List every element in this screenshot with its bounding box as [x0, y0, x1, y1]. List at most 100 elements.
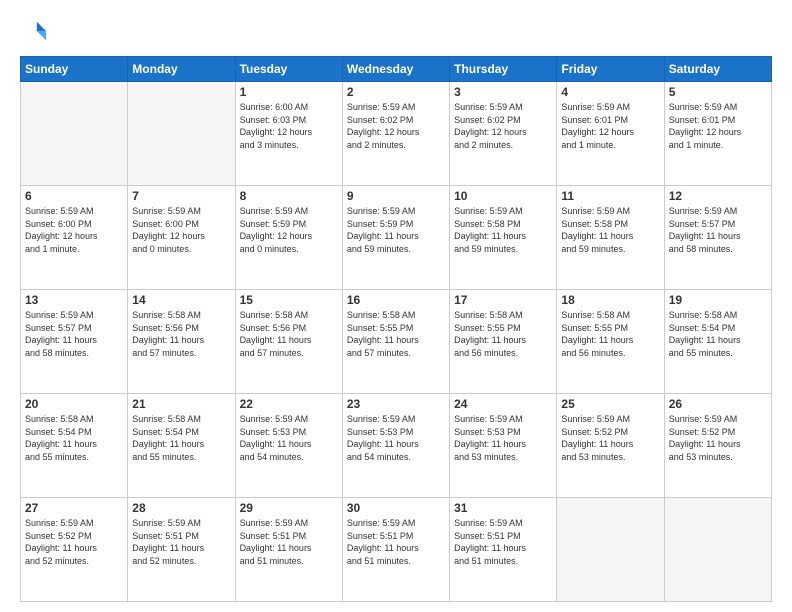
- day-info: Sunrise: 5:59 AM Sunset: 5:51 PM Dayligh…: [240, 517, 338, 567]
- day-info: Sunrise: 5:59 AM Sunset: 5:53 PM Dayligh…: [454, 413, 552, 463]
- day-number: 20: [25, 397, 123, 411]
- calendar-cell: 6 Sunrise: 5:59 AM Sunset: 6:00 PM Daylig…: [21, 186, 128, 290]
- day-info: Sunrise: 5:58 AM Sunset: 5:56 PM Dayligh…: [240, 309, 338, 359]
- day-info: Sunrise: 5:59 AM Sunset: 5:57 PM Dayligh…: [669, 205, 767, 255]
- calendar-cell: 11Sunrise: 5:59 AM Sunset: 5:58 PM Dayli…: [557, 186, 664, 290]
- calendar-cell: 14Sunrise: 5:58 AM Sunset: 5:56 PM Dayli…: [128, 290, 235, 394]
- logo-icon: [20, 18, 48, 46]
- calendar-cell: 18 Sunrise: 5:58 AM Sunset: 5:55 PM Dayli…: [557, 290, 664, 394]
- day-number: 17: [454, 293, 552, 307]
- day-number: 31: [454, 501, 552, 515]
- calendar-cell: 12 Sunrise: 5:59 AM Sunset: 5:57 PM Dayli…: [664, 186, 771, 290]
- calendar-cell: 9 Sunrise: 5:59 AM Sunset: 5:59 PM Daylig…: [342, 186, 449, 290]
- day-number: 25: [561, 397, 659, 411]
- day-info: Sunrise: 5:59 AM Sunset: 5:52 PM Dayligh…: [561, 413, 659, 463]
- calendar-cell: 23Sunrise: 5:59 AM Sunset: 5:53 PM Dayli…: [342, 394, 449, 498]
- day-number: 24: [454, 397, 552, 411]
- day-info: Sunrise: 5:59 AM Sunset: 5:59 PM Dayligh…: [347, 205, 445, 255]
- day-number: 3: [454, 85, 552, 99]
- week-row-1: 6 Sunrise: 5:59 AM Sunset: 6:00 PM Daylig…: [21, 186, 772, 290]
- weekday-header-wednesday: Wednesday: [342, 57, 449, 82]
- day-info: Sunrise: 5:59 AM Sunset: 5:53 PM Dayligh…: [240, 413, 338, 463]
- calendar-cell: 2 Sunrise: 5:59 AM Sunset: 6:02 PM Daylig…: [342, 82, 449, 186]
- day-info: Sunrise: 5:59 AM Sunset: 5:57 PM Dayligh…: [25, 309, 123, 359]
- calendar-cell: 5 Sunrise: 5:59 AM Sunset: 6:01 PM Daylig…: [664, 82, 771, 186]
- day-info: Sunrise: 5:59 AM Sunset: 6:01 PM Dayligh…: [669, 101, 767, 151]
- calendar-cell: 27 Sunrise: 5:59 AM Sunset: 5:52 PM Dayli…: [21, 498, 128, 602]
- day-info: Sunrise: 5:59 AM Sunset: 6:00 PM Dayligh…: [25, 205, 123, 255]
- day-number: 14: [132, 293, 230, 307]
- day-number: 22: [240, 397, 338, 411]
- day-info: Sunrise: 5:59 AM Sunset: 5:58 PM Dayligh…: [454, 205, 552, 255]
- calendar-cell: 13 Sunrise: 5:59 AM Sunset: 5:57 PM Dayli…: [21, 290, 128, 394]
- week-row-3: 20 Sunrise: 5:58 AM Sunset: 5:54 PM Dayli…: [21, 394, 772, 498]
- day-number: 13: [25, 293, 123, 307]
- calendar-cell: 28Sunrise: 5:59 AM Sunset: 5:51 PM Dayli…: [128, 498, 235, 602]
- calendar-cell: 1Sunrise: 6:00 AM Sunset: 6:03 PM Daylig…: [235, 82, 342, 186]
- calendar-cell: [21, 82, 128, 186]
- calendar-table: SundayMondayTuesdayWednesdayThursdayFrid…: [20, 56, 772, 602]
- day-info: Sunrise: 5:59 AM Sunset: 5:51 PM Dayligh…: [454, 517, 552, 567]
- logo: [20, 18, 52, 46]
- day-info: Sunrise: 5:58 AM Sunset: 5:54 PM Dayligh…: [25, 413, 123, 463]
- day-number: 15: [240, 293, 338, 307]
- day-number: 30: [347, 501, 445, 515]
- calendar-cell: 25 Sunrise: 5:59 AM Sunset: 5:52 PM Dayli…: [557, 394, 664, 498]
- day-number: 9: [347, 189, 445, 203]
- day-info: Sunrise: 5:59 AM Sunset: 6:02 PM Dayligh…: [454, 101, 552, 151]
- day-info: Sunrise: 5:59 AM Sunset: 5:52 PM Dayligh…: [669, 413, 767, 463]
- day-number: 23: [347, 397, 445, 411]
- day-number: 8: [240, 189, 338, 203]
- day-number: 2: [347, 85, 445, 99]
- day-number: 18: [561, 293, 659, 307]
- day-number: 16: [347, 293, 445, 307]
- calendar-cell: 10 Sunrise: 5:59 AM Sunset: 5:58 PM Dayli…: [450, 186, 557, 290]
- page: SundayMondayTuesdayWednesdayThursdayFrid…: [0, 0, 792, 612]
- weekday-header-row: SundayMondayTuesdayWednesdayThursdayFrid…: [21, 57, 772, 82]
- calendar-cell: 7Sunrise: 5:59 AM Sunset: 6:00 PM Daylig…: [128, 186, 235, 290]
- day-info: Sunrise: 5:59 AM Sunset: 5:52 PM Dayligh…: [25, 517, 123, 567]
- weekday-header-tuesday: Tuesday: [235, 57, 342, 82]
- day-number: 11: [561, 189, 659, 203]
- day-info: Sunrise: 5:59 AM Sunset: 5:59 PM Dayligh…: [240, 205, 338, 255]
- day-number: 12: [669, 189, 767, 203]
- calendar-cell: 31 Sunrise: 5:59 AM Sunset: 5:51 PM Dayli…: [450, 498, 557, 602]
- calendar-cell: 16 Sunrise: 5:58 AM Sunset: 5:55 PM Dayli…: [342, 290, 449, 394]
- day-info: Sunrise: 5:59 AM Sunset: 6:02 PM Dayligh…: [347, 101, 445, 151]
- calendar-cell: 17 Sunrise: 5:58 AM Sunset: 5:55 PM Dayli…: [450, 290, 557, 394]
- calendar-cell: [664, 498, 771, 602]
- weekday-header-saturday: Saturday: [664, 57, 771, 82]
- day-info: Sunrise: 5:59 AM Sunset: 5:51 PM Dayligh…: [347, 517, 445, 567]
- day-number: 1: [240, 85, 338, 99]
- day-number: 21: [132, 397, 230, 411]
- day-number: 10: [454, 189, 552, 203]
- calendar-cell: 21 Sunrise: 5:58 AM Sunset: 5:54 PM Dayli…: [128, 394, 235, 498]
- calendar-cell: 30 Sunrise: 5:59 AM Sunset: 5:51 PM Dayli…: [342, 498, 449, 602]
- weekday-header-thursday: Thursday: [450, 57, 557, 82]
- calendar-cell: 29Sunrise: 5:59 AM Sunset: 5:51 PM Dayli…: [235, 498, 342, 602]
- calendar-cell: 3 Sunrise: 5:59 AM Sunset: 6:02 PM Daylig…: [450, 82, 557, 186]
- calendar-cell: [557, 498, 664, 602]
- day-number: 5: [669, 85, 767, 99]
- day-number: 6: [25, 189, 123, 203]
- calendar-cell: 15 Sunrise: 5:58 AM Sunset: 5:56 PM Dayli…: [235, 290, 342, 394]
- day-info: Sunrise: 5:58 AM Sunset: 5:55 PM Dayligh…: [347, 309, 445, 359]
- calendar-cell: 20 Sunrise: 5:58 AM Sunset: 5:54 PM Dayli…: [21, 394, 128, 498]
- day-info: Sunrise: 5:58 AM Sunset: 5:55 PM Dayligh…: [561, 309, 659, 359]
- day-info: Sunrise: 5:59 AM Sunset: 6:00 PM Dayligh…: [132, 205, 230, 255]
- day-info: Sunrise: 5:58 AM Sunset: 5:54 PM Dayligh…: [132, 413, 230, 463]
- calendar-cell: 26Sunrise: 5:59 AM Sunset: 5:52 PM Dayli…: [664, 394, 771, 498]
- day-info: Sunrise: 5:59 AM Sunset: 5:51 PM Dayligh…: [132, 517, 230, 567]
- header: [20, 18, 772, 46]
- week-row-4: 27 Sunrise: 5:59 AM Sunset: 5:52 PM Dayli…: [21, 498, 772, 602]
- day-number: 27: [25, 501, 123, 515]
- day-info: Sunrise: 5:58 AM Sunset: 5:54 PM Dayligh…: [669, 309, 767, 359]
- week-row-0: 1Sunrise: 6:00 AM Sunset: 6:03 PM Daylig…: [21, 82, 772, 186]
- calendar-cell: [128, 82, 235, 186]
- day-info: Sunrise: 5:58 AM Sunset: 5:55 PM Dayligh…: [454, 309, 552, 359]
- calendar-cell: 4 Sunrise: 5:59 AM Sunset: 6:01 PM Daylig…: [557, 82, 664, 186]
- day-info: Sunrise: 5:59 AM Sunset: 6:01 PM Dayligh…: [561, 101, 659, 151]
- weekday-header-sunday: Sunday: [21, 57, 128, 82]
- day-number: 4: [561, 85, 659, 99]
- day-number: 19: [669, 293, 767, 307]
